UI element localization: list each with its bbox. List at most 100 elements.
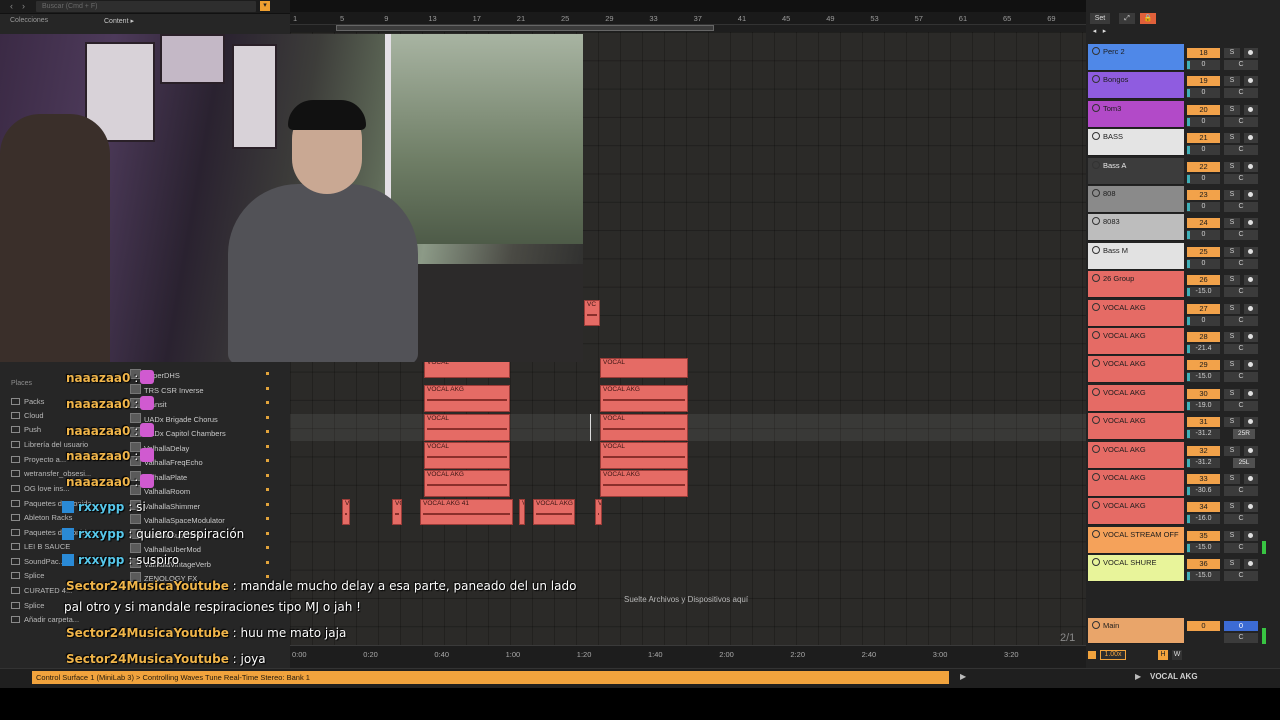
fold-icon[interactable]	[1092, 274, 1100, 283]
fold-icon[interactable]	[1092, 217, 1100, 226]
track-header[interactable]: Bass M	[1088, 242, 1184, 270]
arm-button[interactable]	[1244, 417, 1258, 428]
arm-button[interactable]	[1244, 104, 1258, 115]
place-item[interactable]: Push	[11, 425, 41, 434]
fold-icon[interactable]	[1092, 47, 1100, 55]
fold-icon[interactable]	[1092, 501, 1100, 510]
track-volume[interactable]: -19.0	[1187, 400, 1220, 411]
fold-icon[interactable]	[1092, 529, 1100, 538]
arm-button[interactable]	[1244, 218, 1258, 229]
fold-icon[interactable]	[1092, 387, 1100, 396]
arm-button[interactable]	[1244, 388, 1258, 399]
track-volume[interactable]: 0	[1187, 315, 1220, 326]
track-volume[interactable]: -15.0	[1187, 372, 1220, 383]
audio-clip[interactable]: VOCAL AKG	[600, 385, 688, 412]
track-number[interactable]: 33	[1187, 474, 1220, 484]
audio-clip[interactable]: VOCAL AKG	[424, 385, 510, 412]
track-number[interactable]: 25	[1187, 246, 1220, 257]
track-volume[interactable]: 0	[1187, 88, 1220, 99]
scroll-right-icon[interactable]: ▸	[1100, 26, 1109, 37]
arm-button[interactable]	[1244, 502, 1258, 513]
track-volume[interactable]: 0	[1187, 230, 1220, 241]
fold-icon[interactable]	[1092, 160, 1100, 169]
main-track-number[interactable]: 0	[1187, 621, 1220, 631]
place-item[interactable]: Proyecto a...	[11, 455, 66, 464]
back-arrow-icon[interactable]: ‹	[10, 1, 13, 11]
pan-knob[interactable]: C	[1224, 230, 1258, 241]
beat-ruler[interactable]: 1 5 9 13 17 21 25 29 33 37 41 45 49 53 57 61 65 69	[290, 12, 1086, 25]
solo-button[interactable]: S	[1224, 303, 1240, 314]
content-breadcrumb[interactable]: Content ▸	[104, 17, 134, 25]
arm-button[interactable]	[1244, 474, 1258, 484]
track-volume[interactable]: -21.4	[1187, 344, 1220, 354]
arm-button[interactable]	[1244, 48, 1258, 58]
fold-icon[interactable]	[1092, 245, 1100, 254]
audio-clip[interactable]: VOCAL	[600, 442, 688, 469]
fold-icon[interactable]	[1092, 189, 1100, 197]
track-header[interactable]: VOCAL AKG	[1088, 498, 1184, 526]
place-item[interactable]: OG love ins...	[11, 484, 69, 493]
track-header[interactable]: VOCAL STREAM OFF	[1088, 526, 1184, 554]
pan-knob[interactable]: C	[1224, 542, 1258, 553]
play-status-icon[interactable]: ▶	[960, 672, 966, 681]
track-number[interactable]: 24	[1187, 218, 1220, 229]
fold-icon[interactable]	[1092, 558, 1100, 567]
track-volume[interactable]: -15.0	[1187, 542, 1220, 553]
place-item[interactable]: Packs	[11, 397, 44, 406]
place-item[interactable]: Añadir carpeta...	[11, 615, 79, 624]
track-number[interactable]: 36	[1187, 559, 1220, 570]
fold-icon[interactable]	[1092, 359, 1100, 368]
zoom-field[interactable]: 1.00x	[1100, 650, 1126, 660]
fold-icon[interactable]	[1092, 331, 1100, 339]
time-ruler[interactable]: 0:00 0:20 0:40 1:00 1:20 1:40 2:00 2:20 2:40 3:00…	[290, 645, 1086, 667]
audio-clip[interactable]: VOCAL	[600, 414, 688, 441]
track-number[interactable]: 22	[1187, 161, 1220, 172]
solo-button[interactable]: S	[1224, 360, 1240, 371]
audio-clip[interactable]: VC	[342, 499, 350, 525]
track-header[interactable]: Tom3	[1088, 100, 1184, 128]
audio-clip[interactable]: VC	[519, 499, 525, 525]
arm-button[interactable]	[1244, 275, 1258, 286]
track-number[interactable]: 31	[1187, 417, 1220, 428]
fold-icon[interactable]	[1092, 416, 1100, 425]
arm-button[interactable]	[1244, 559, 1258, 570]
resize-tracks-icon[interactable]: ⤢	[1119, 13, 1135, 24]
track-header[interactable]: Perc 2	[1088, 44, 1184, 71]
pan-knob[interactable]: C	[1224, 344, 1258, 354]
track-header[interactable]: VOCAL AKG	[1088, 328, 1184, 355]
pan-value[interactable]: 25L	[1233, 457, 1255, 468]
place-item[interactable]: LEI B SAUCE	[11, 542, 70, 551]
track-volume[interactable]: -15.0	[1187, 571, 1220, 582]
plugin-item[interactable]: TRS CSR Inverse	[130, 384, 204, 395]
track-header[interactable]: VOCAL AKG	[1088, 441, 1184, 469]
arm-button[interactable]	[1244, 190, 1258, 200]
track-volume[interactable]: -31.2	[1187, 457, 1220, 468]
audio-clip[interactable]: VC	[584, 300, 600, 326]
track-number[interactable]: 35	[1187, 530, 1220, 541]
track-header[interactable]: VOCAL AKG	[1088, 356, 1184, 384]
fold-icon[interactable]	[1092, 75, 1100, 84]
solo-button[interactable]: S	[1224, 133, 1240, 144]
solo-button[interactable]: S	[1224, 218, 1240, 229]
audio-clip[interactable]: VC	[392, 499, 402, 525]
fold-icon[interactable]	[1092, 444, 1100, 453]
solo-button[interactable]: S	[1224, 246, 1240, 257]
solo-button[interactable]: S	[1224, 332, 1240, 342]
audio-clip[interactable]: VOCAL AKG	[533, 499, 575, 525]
audio-clip[interactable]: VC	[595, 499, 602, 525]
arm-button[interactable]	[1244, 133, 1258, 144]
pan-knob[interactable]: C	[1224, 372, 1258, 383]
arm-button[interactable]	[1244, 530, 1258, 541]
track-header[interactable]: BASS	[1088, 129, 1184, 157]
pan-knob[interactable]: C	[1224, 571, 1258, 582]
arm-button[interactable]	[1244, 445, 1258, 456]
fold-icon[interactable]	[1092, 302, 1100, 311]
solo-button[interactable]: S	[1224, 445, 1240, 456]
solo-button[interactable]: S	[1224, 190, 1240, 200]
arm-button[interactable]	[1244, 76, 1258, 87]
track-header[interactable]: Bass A	[1088, 157, 1184, 185]
solo-button[interactable]: S	[1224, 388, 1240, 399]
track-number[interactable]: 30	[1187, 388, 1220, 399]
audio-clip[interactable]: VOCAL	[424, 442, 510, 469]
forward-arrow-icon[interactable]: ›	[22, 1, 25, 11]
